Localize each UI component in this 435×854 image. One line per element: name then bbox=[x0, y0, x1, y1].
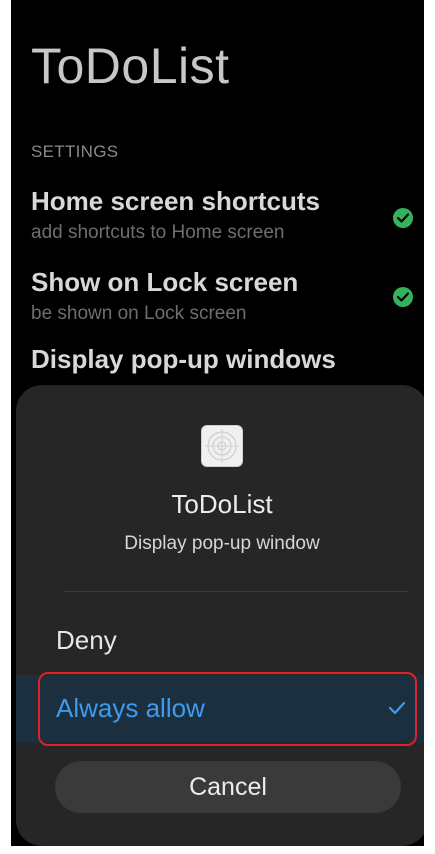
dialog-app-name: ToDoList bbox=[171, 489, 273, 519]
divider bbox=[64, 591, 408, 592]
setting-title: Show on Lock screen bbox=[31, 267, 299, 297]
check-icon bbox=[388, 701, 406, 720]
option-always-allow[interactable]: Always allow bbox=[16, 675, 424, 743]
option-label: Deny bbox=[56, 625, 117, 655]
option-label: Always allow bbox=[56, 693, 205, 723]
option-deny[interactable]: Deny bbox=[16, 607, 424, 675]
check-icon bbox=[393, 208, 413, 228]
permission-dialog: ToDoList Display pop-up window Deny Alwa… bbox=[16, 385, 424, 846]
page-title: ToDoList bbox=[31, 38, 230, 94]
check-icon bbox=[393, 287, 413, 307]
setting-summary: add shortcuts to Home screen bbox=[31, 222, 285, 243]
setting-title: Home screen shortcuts bbox=[31, 186, 320, 216]
setting-title: Display pop-up windows bbox=[31, 344, 336, 374]
section-header-settings: SETTINGS bbox=[31, 142, 119, 161]
dialog-subtitle: Display pop-up window bbox=[124, 533, 320, 554]
app-icon bbox=[201, 425, 243, 467]
setting-summary: be shown on Lock screen bbox=[31, 303, 247, 324]
cancel-button[interactable]: Cancel bbox=[55, 761, 401, 813]
phone-screen: ToDoList SETTINGS Home screen shortcuts … bbox=[11, 0, 424, 846]
